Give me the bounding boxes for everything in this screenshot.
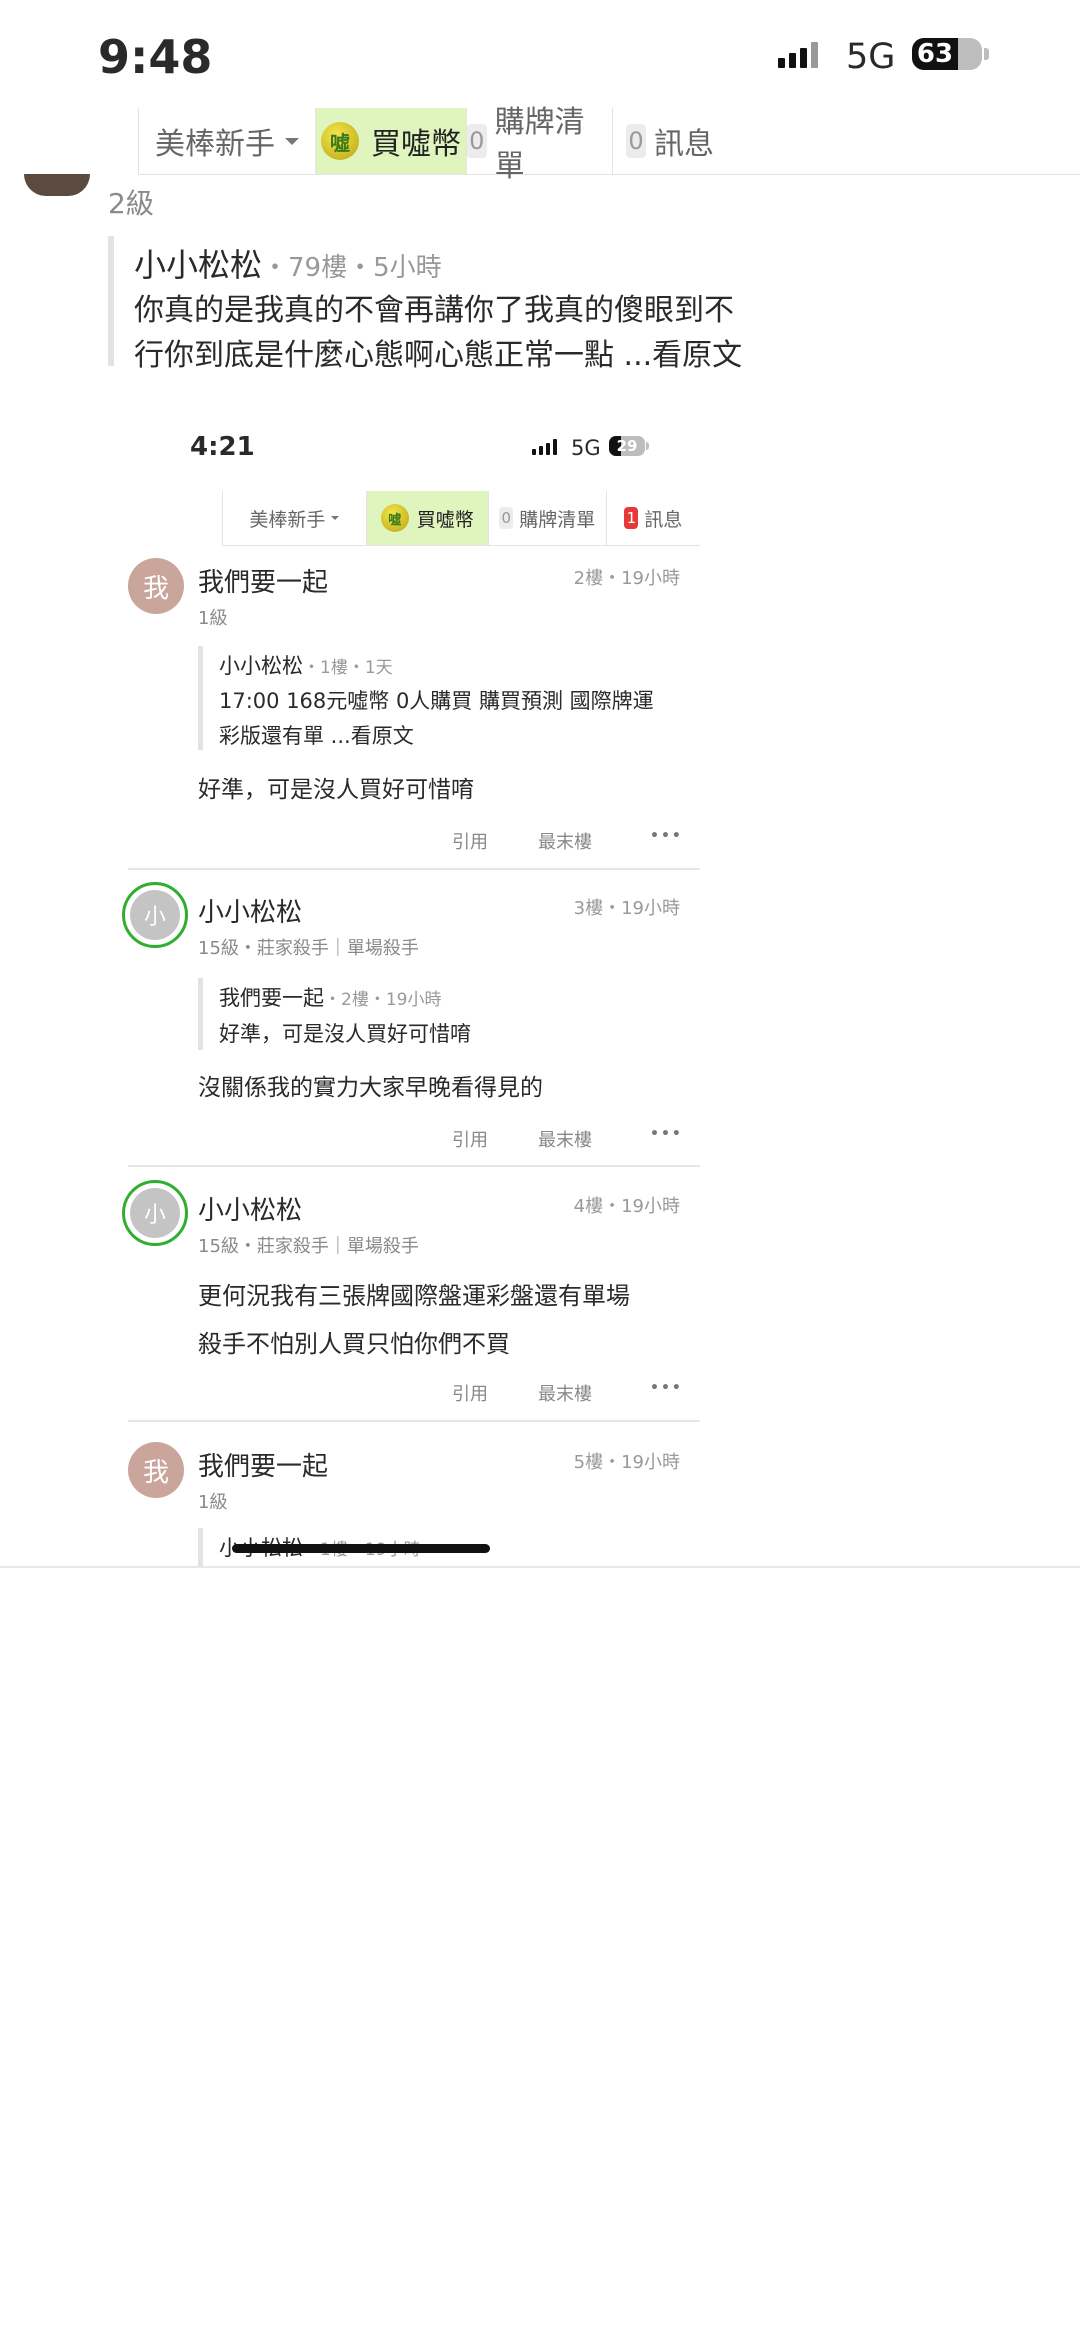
comment-author[interactable]: 小小松松 [198, 892, 302, 929]
avatar-initial: 小 [130, 890, 180, 940]
comment-author[interactable]: 我們要一起 [198, 1446, 328, 1483]
last-floor-action[interactable]: 最末樓 [538, 1126, 592, 1152]
comment-body: 沒關係我的實力大家早晚看得見的 [198, 1075, 543, 1101]
inner-cart-count-badge: 0 [499, 507, 514, 529]
inner-messages-button[interactable]: 1 訊息 [605, 491, 700, 545]
user-level: 1級 [198, 608, 228, 629]
inner-status-time: 4:21 [190, 432, 255, 462]
user-level: 1級 [198, 1492, 228, 1513]
comment-floor-time: 4樓・19小時 [573, 1196, 680, 1217]
comment-floor-time: 2樓・19小時 [573, 568, 680, 589]
comment-author[interactable]: 小小松松 [198, 1190, 302, 1227]
inner-network-label: 5G [571, 436, 601, 460]
quote-action[interactable]: 引用 [452, 1126, 488, 1152]
comment-body-line1: 更何況我有三張牌國際盤運彩盤還有單場 [198, 1282, 630, 1310]
messages-label: 訊息 [654, 127, 714, 162]
avatar-partial [24, 174, 90, 196]
user-menu-label: 美棒新手 [155, 127, 275, 162]
inner-cart-button[interactable]: 0 購牌清單 [487, 491, 606, 545]
quote-block: 小小松松・79樓・5小時 你真的是我真的不會再講你了我真的傻眼到不 行你到底是什… [108, 236, 742, 373]
inner-cart-label: 購牌清單 [519, 508, 596, 531]
comment-item: 小 小小松松 3樓・19小時 15級・莊家殺手｜單場殺手 我們要一起・2樓・19… [122, 878, 700, 1166]
quote-action[interactable]: 引用 [452, 1380, 488, 1406]
inner-msg-count-badge: 1 [624, 507, 639, 529]
inner-battery-icon: 29 [609, 436, 649, 456]
network-label: 5G [846, 37, 896, 77]
inner-signal-icon [532, 439, 557, 455]
comment-body: 好準，可是沒人買好可惜唷 [198, 777, 474, 803]
bottom-edge [0, 1566, 1080, 1568]
buy-coin-button[interactable]: 噓 買噓幣 [315, 108, 466, 174]
quote-meta: ・1樓・1天 [303, 658, 393, 678]
quote-text-line2[interactable]: 行你到底是什麼心態啊心態正常一點 ...看原文 [134, 333, 742, 378]
chevron-down-icon [331, 516, 340, 520]
avatar[interactable]: 小 [122, 1180, 188, 1246]
comment-item: 小 小小松松 4樓・19小時 15級・莊家殺手｜單場殺手 更何況我有三張牌國際盤… [122, 1176, 700, 1420]
inner-buy-coin-label: 買噓幣 [416, 508, 474, 531]
divider [128, 868, 700, 870]
user-menu[interactable]: 美棒新手 [138, 108, 315, 174]
quote-meta: ・79樓・5小時 [262, 253, 442, 283]
more-icon[interactable]: ••• [650, 1126, 683, 1142]
last-floor-action[interactable]: 最末樓 [538, 1380, 592, 1406]
quote-block: 小小松松・1樓・1天 17:00 168元噓幣 0人購買 購買預測 國際牌運 彩… [198, 646, 683, 750]
inner-user-menu-label: 美棒新手 [249, 508, 326, 531]
messages-button[interactable]: 0 訊息 [612, 108, 727, 174]
cart-button[interactable]: 0 購牌清單 [466, 105, 612, 184]
avatar-initial: 小 [130, 1188, 180, 1238]
last-floor-action[interactable]: 最末樓 [538, 828, 592, 854]
quote-text-line1: 好準，可是沒人買好可惜唷 [219, 1022, 471, 1046]
more-icon[interactable]: ••• [650, 1380, 683, 1396]
quote-action[interactable]: 引用 [452, 828, 488, 854]
comment-item: 我 我們要一起 2樓・19小時 1級 小小松松・1樓・1天 17:00 168元… [128, 548, 700, 868]
inner-buy-coin-button[interactable]: 噓 買噓幣 [365, 491, 488, 545]
quote-author: 小小松松 [134, 246, 263, 284]
avatar[interactable]: 我 [128, 1442, 184, 1498]
top-nav-bar: 美棒新手 噓 買噓幣 0 購牌清單 0 訊息 [138, 105, 1080, 184]
signal-icon [778, 42, 818, 68]
comment-body-line2: 殺手不怕別人買只怕你們不買 [198, 1330, 510, 1358]
divider [128, 1420, 700, 1422]
battery-icon: 63 [912, 38, 989, 70]
buy-coin-label: 買噓幣 [371, 127, 461, 162]
quote-author: 小小松松 [219, 654, 303, 678]
avatar[interactable]: 我 [128, 558, 184, 614]
comment-author[interactable]: 我們要一起 [198, 562, 328, 599]
chevron-down-icon [285, 137, 299, 145]
status-time: 9:48 [98, 30, 213, 84]
cart-label: 購牌清單 [494, 105, 585, 184]
user-level: 2級 [108, 187, 154, 220]
battery-level: 63 [916, 39, 954, 69]
inner-battery-level: 29 [616, 437, 638, 455]
more-icon[interactable]: ••• [650, 828, 683, 844]
quote-text-line1: 你真的是我真的不會再講你了我真的傻眼到不 [134, 293, 734, 328]
divider [128, 1165, 700, 1167]
comment-floor-time: 3樓・19小時 [573, 898, 680, 919]
quote-block: 我們要一起・2樓・19小時 好準，可是沒人買好可惜唷 [198, 978, 683, 1050]
inner-messages-label: 訊息 [644, 508, 683, 531]
quote-text-line2[interactable]: 彩版還有單 ...看原文 [219, 719, 654, 754]
quote-meta: ・2樓・19小時 [324, 990, 442, 1010]
home-indicator[interactable] [232, 1544, 490, 1553]
cart-count-badge: 0 [467, 124, 487, 158]
msg-count-badge: 0 [626, 124, 646, 158]
quote-text-line1: 17:00 168元噓幣 0人購買 購買預測 國際牌運 [219, 689, 654, 713]
quote-author: 我們要一起 [219, 986, 324, 1010]
user-level: 15級・莊家殺手｜單場殺手 [198, 938, 419, 959]
comment-floor-time: 5樓・19小時 [573, 1452, 680, 1473]
inner-nav-bar: 美棒新手 噓 買噓幣 0 購牌清單 1 訊息 [222, 491, 700, 546]
user-level: 15級・莊家殺手｜單場殺手 [198, 1236, 419, 1257]
avatar[interactable]: 小 [122, 882, 188, 948]
coin-icon: 噓 [321, 122, 359, 160]
coin-icon: 噓 [380, 504, 409, 532]
inner-user-menu[interactable]: 美棒新手 [222, 491, 366, 545]
